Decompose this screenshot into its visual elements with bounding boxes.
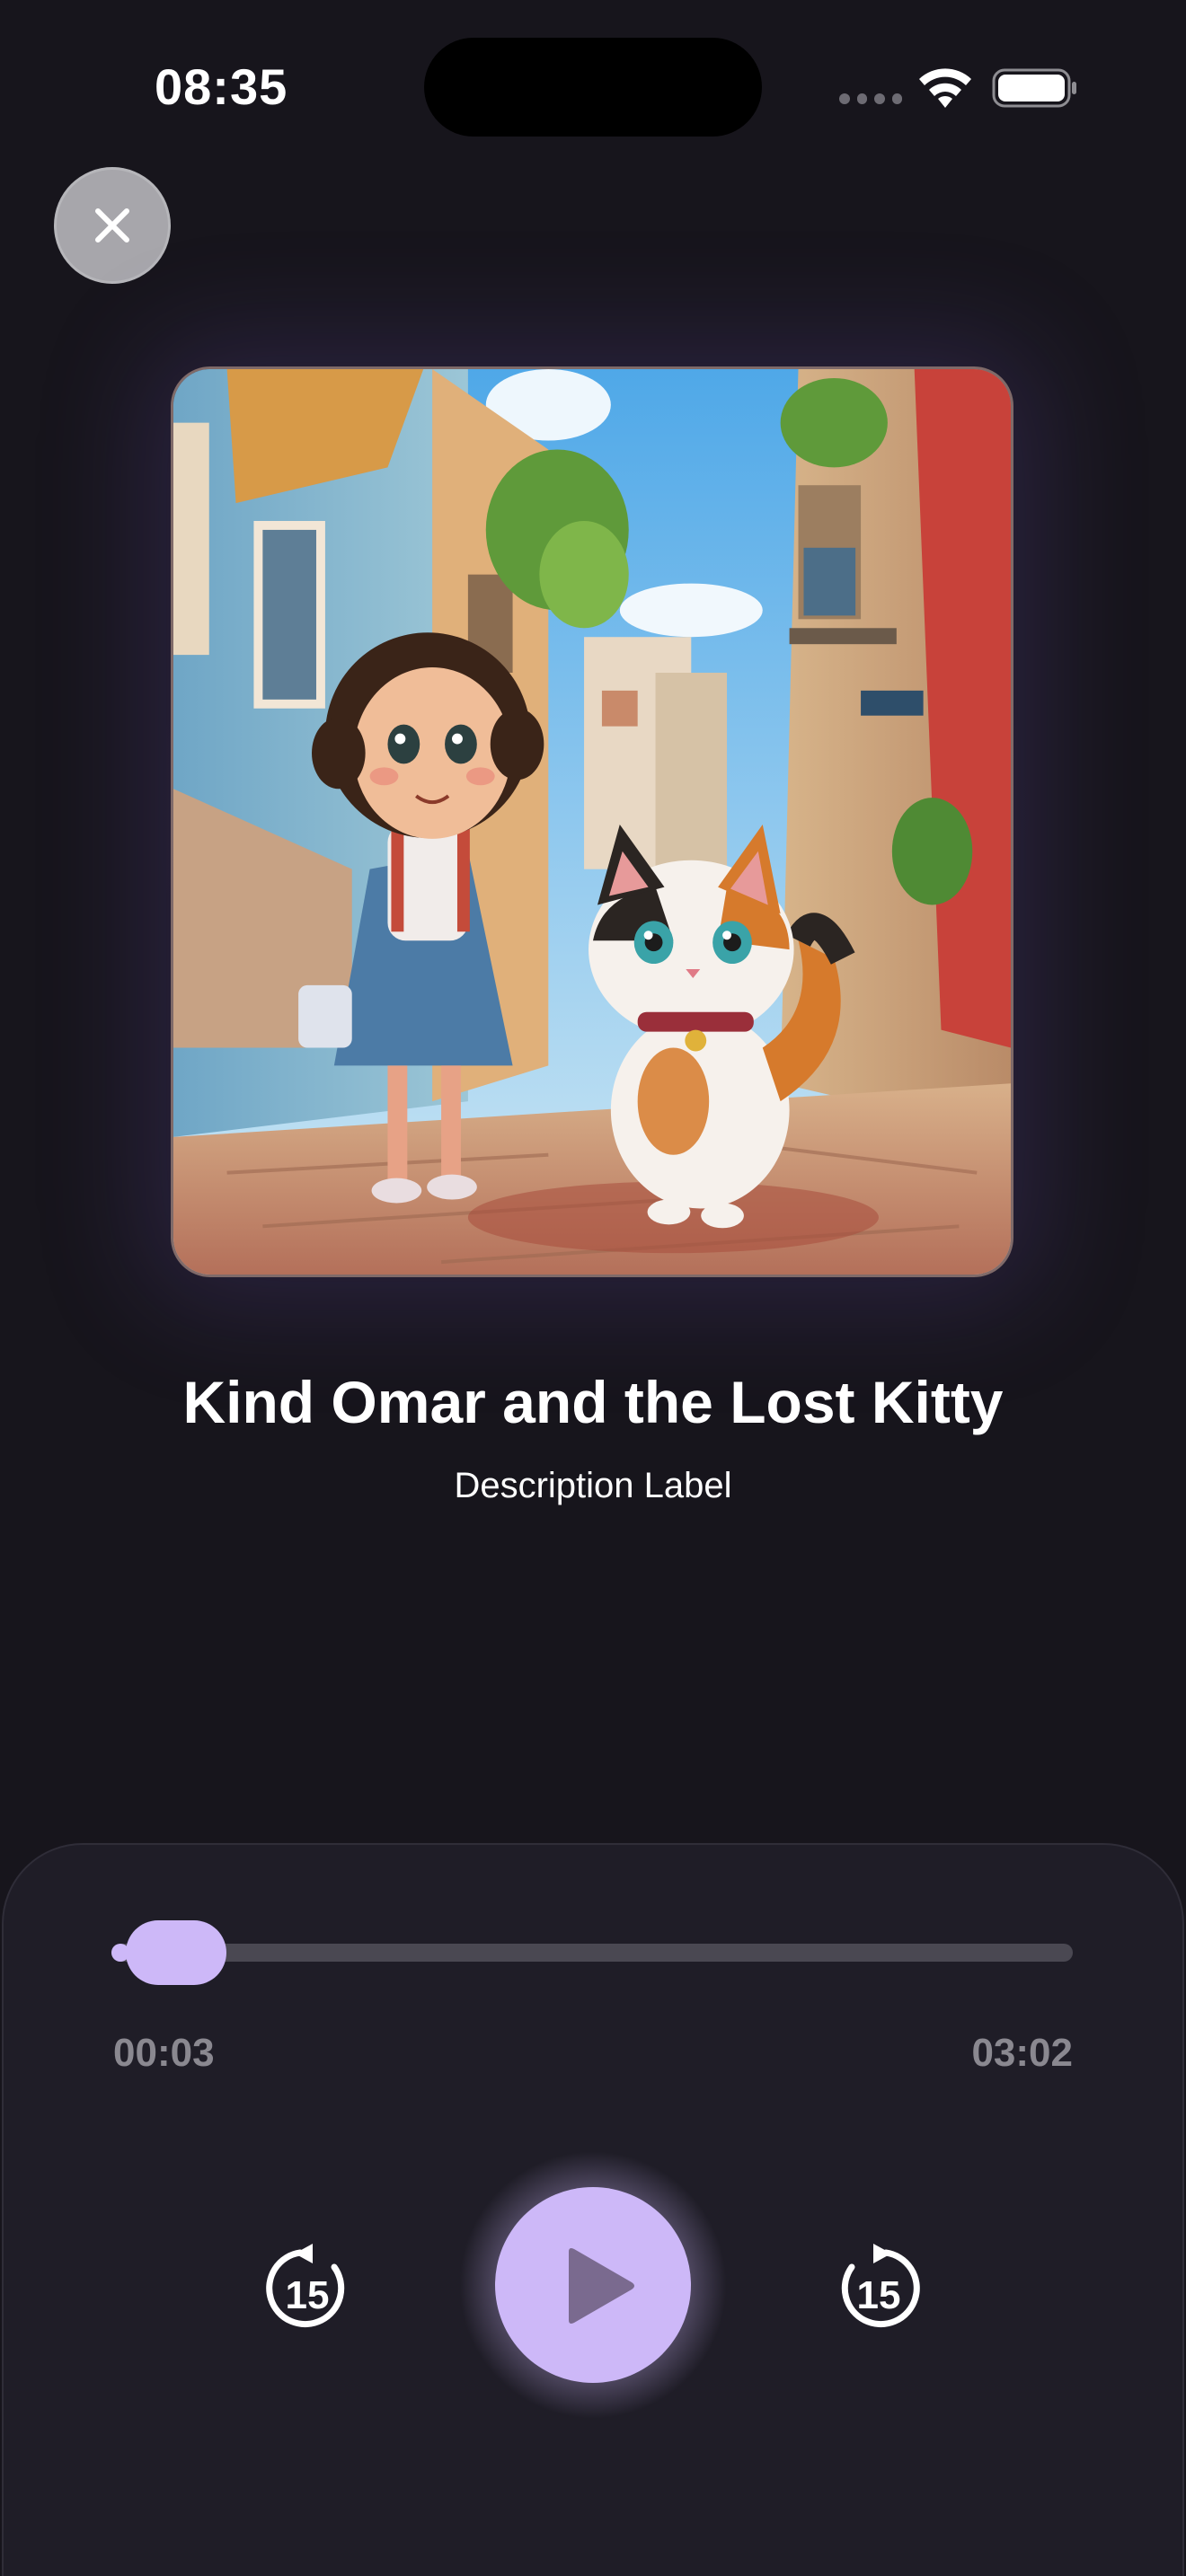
skip-forward-button[interactable]: 15	[834, 2240, 924, 2333]
skip-back-15-icon: 15	[266, 2244, 345, 2328]
skip-forward-seconds: 15	[857, 2273, 901, 2317]
dynamic-island	[424, 38, 762, 137]
close-button[interactable]	[54, 167, 171, 284]
progress-track[interactable]	[111, 1944, 1073, 1962]
current-time: 00:03	[113, 2031, 215, 2075]
play-button[interactable]	[495, 2187, 691, 2383]
audio-player-screen: 08:35 Kind Omar and the Lost Kitty Descr…	[0, 0, 1186, 2576]
skip-back-button[interactable]: 15	[262, 2240, 352, 2333]
cellular-signal-icon	[839, 93, 902, 106]
status-time: 08:35	[155, 58, 288, 115]
story-description: Description Label	[454, 1466, 732, 1505]
skip-back-seconds: 15	[286, 2273, 330, 2317]
close-icon	[95, 208, 129, 243]
total-time: 03:02	[971, 2031, 1073, 2075]
story-cover-image	[171, 366, 1013, 1277]
girl-and-kitten-illustration	[173, 369, 1011, 1275]
progress-thumb[interactable]	[126, 1920, 226, 1985]
wifi-icon	[919, 68, 971, 108]
battery-icon	[992, 68, 1076, 108]
play-icon	[569, 2248, 634, 2324]
skip-forward-15-icon: 15	[841, 2244, 920, 2328]
story-title: Kind Omar and the Lost Kitty	[182, 1369, 1004, 1435]
